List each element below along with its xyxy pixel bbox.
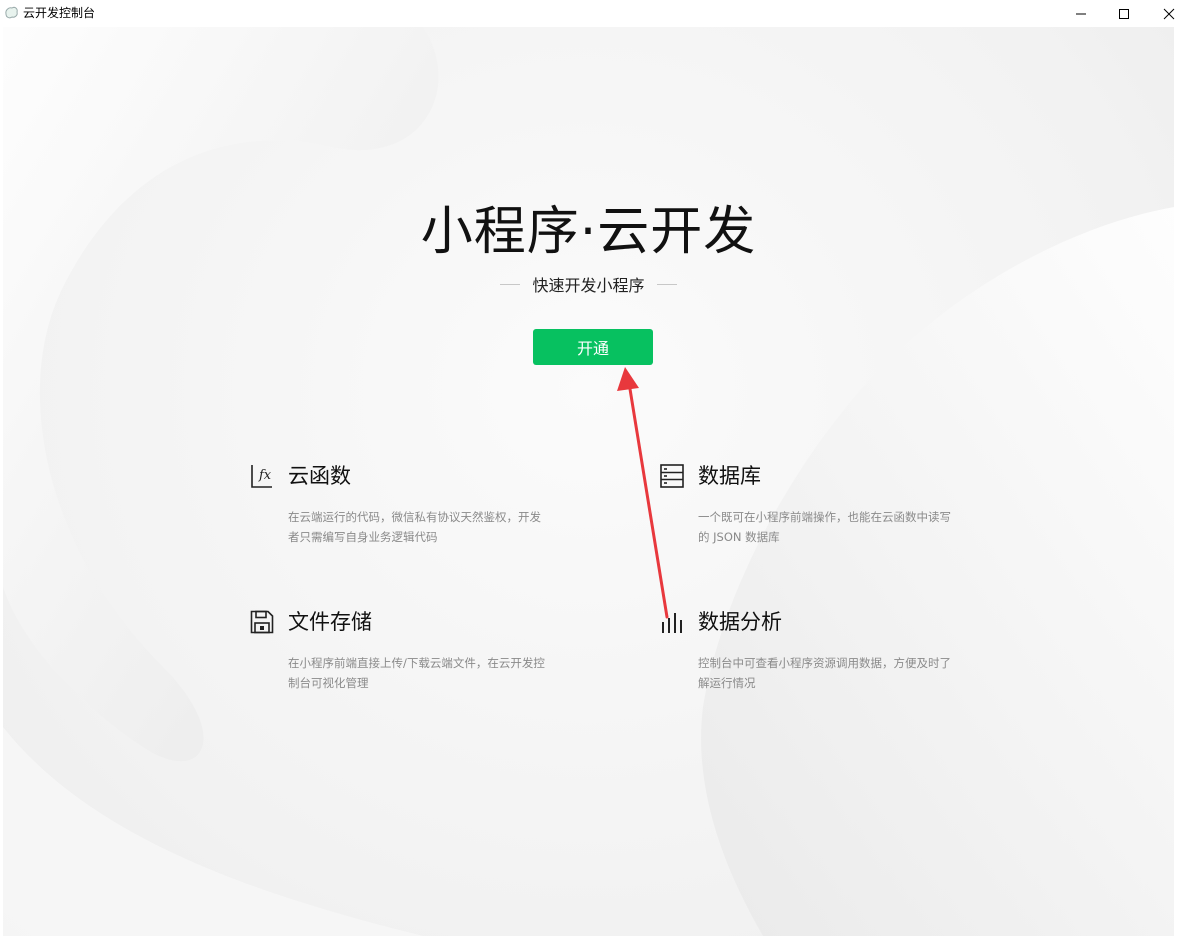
maximize-icon	[1119, 8, 1129, 19]
subtitle-divider-right	[656, 283, 677, 285]
subtitle: 快速开发小程序	[3, 272, 1174, 296]
main-content: 小程序·云开发 快速开发小程序 开通 fx 云函数 在云端运行的代码，微信私有协…	[3, 27, 1174, 936]
function-icon: fx	[251, 465, 272, 488]
close-icon	[1163, 8, 1175, 19]
subtitle-text: 快速开发小程序	[532, 276, 645, 295]
feature-description: 在小程序前端直接上传/下载云端文件，在云开发控制台可视化管理	[288, 656, 545, 690]
window-title: 云开发控制台	[23, 6, 96, 20]
background-decoration	[3, 27, 1174, 936]
feature-title: 文件存储	[288, 610, 372, 634]
maximize-button[interactable]	[1101, 0, 1147, 27]
close-button[interactable]	[1146, 0, 1177, 27]
feature-description: 控制台中可查看小程序资源调用数据，方便及时了解运行情况	[698, 656, 951, 690]
database-icon	[660, 464, 684, 488]
svg-text:fx: fx	[258, 468, 272, 483]
window-titlebar: 云开发控制台	[0, 0, 1177, 27]
page-title: 小程序·云开发	[420, 202, 757, 262]
feature-title: 数据分析	[698, 610, 782, 634]
feature-title: 云函数	[288, 464, 351, 488]
bar-chart-icon	[662, 613, 682, 633]
feature-title: 数据库	[698, 464, 761, 488]
feature-description: 在云端运行的代码，微信私有协议天然鉴权，开发者只需编写自身业务逻辑代码	[288, 510, 541, 544]
feature-description: 一个既可在小程序前端操作，也能在云函数中读写的 JSON 数据库	[698, 510, 951, 544]
minimize-icon	[1076, 13, 1086, 14]
floppy-disk-icon	[250, 610, 274, 634]
app-icon	[5, 6, 18, 19]
subtitle-divider-left	[500, 283, 521, 285]
minimize-button[interactable]	[1058, 0, 1104, 27]
open-button[interactable]: 开通	[533, 329, 653, 365]
